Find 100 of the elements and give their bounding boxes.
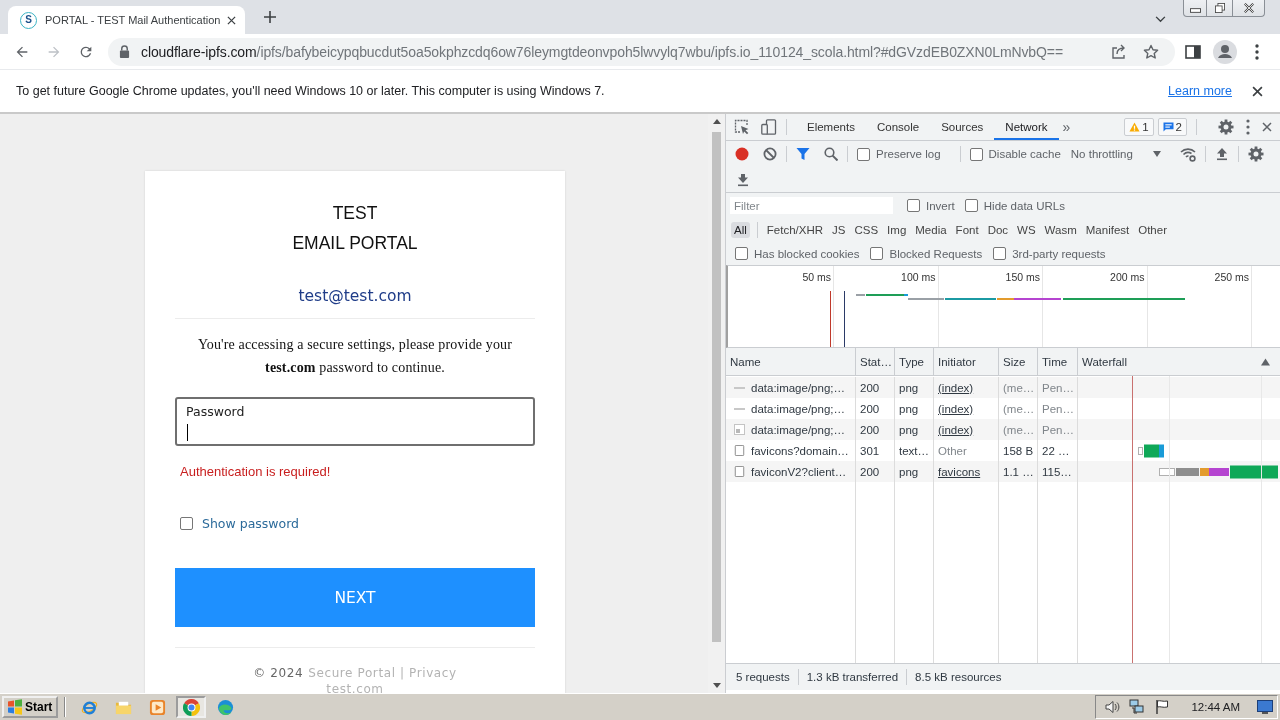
- filter-input[interactable]: Filter: [730, 197, 893, 214]
- initiator-text[interactable]: (index): [938, 423, 974, 436]
- inspect-icon[interactable]: [734, 119, 750, 135]
- type-filter-button[interactable]: Fetch/XHR: [763, 222, 827, 238]
- table-row[interactable]: faviconV2?client… 200 png favicons 1.1 … 115…: [726, 461, 1280, 482]
- checkbox-label[interactable]: Disable cache: [988, 148, 1061, 160]
- flag-icon[interactable]: [1154, 699, 1171, 715]
- type-filter-button[interactable]: CSS: [851, 222, 882, 238]
- type-filter-button[interactable]: Media: [912, 222, 950, 238]
- scrollbar[interactable]: [708, 114, 725, 693]
- checkbox[interactable]: [735, 247, 748, 260]
- upload-icon[interactable]: [1214, 147, 1229, 161]
- download-icon[interactable]: [736, 172, 750, 187]
- request-name[interactable]: faviconV2?client…: [751, 465, 847, 478]
- panel-tab[interactable]: Sources: [930, 114, 995, 140]
- share-icon[interactable]: [1111, 43, 1127, 60]
- type-filter-button[interactable]: All: [731, 222, 750, 238]
- type-filter-button[interactable]: Manifest: [1082, 222, 1133, 238]
- type-filter-button[interactable]: WS: [1014, 222, 1039, 238]
- settings-icon[interactable]: [1247, 146, 1264, 162]
- checkbox-label[interactable]: Hide data URLs: [983, 199, 1065, 212]
- throttling-dropdown[interactable]: No throttling: [1070, 148, 1161, 160]
- record-icon[interactable]: [735, 147, 749, 161]
- show-desktop-icon[interactable]: [1257, 700, 1273, 714]
- lock-icon[interactable]: [119, 45, 130, 58]
- scrollbar-thumb[interactable]: [712, 132, 721, 642]
- browser-tab[interactable]: S PORTAL - TEST Mail Authentication: [8, 6, 245, 34]
- close-icon[interactable]: [1252, 85, 1263, 97]
- type-filter-button[interactable]: Other: [1135, 222, 1170, 238]
- restore-button[interactable]: [1207, 0, 1233, 17]
- checkbox[interactable]: [907, 199, 920, 212]
- checkbox-label[interactable]: Preserve log: [876, 148, 941, 160]
- chevron-down-icon[interactable]: [1155, 15, 1166, 23]
- minimize-button[interactable]: [1183, 0, 1207, 17]
- request-name[interactable]: data:image/png;…: [751, 381, 845, 394]
- type-filter-button[interactable]: Doc: [984, 222, 1012, 238]
- panel-tab[interactable]: Console: [865, 114, 931, 140]
- close-icon[interactable]: [1262, 122, 1272, 132]
- scroll-up-icon[interactable]: [712, 119, 721, 124]
- column-header[interactable]: Waterfall: [1078, 348, 1280, 375]
- type-filter-button[interactable]: Img: [884, 222, 910, 238]
- request-name[interactable]: favicons?domain…: [751, 444, 849, 457]
- show-password-label[interactable]: Show password: [202, 515, 300, 531]
- initiator-text[interactable]: favicons: [938, 465, 981, 478]
- checkbox[interactable]: [964, 199, 978, 212]
- checkbox-label[interactable]: Has blocked cookies: [754, 247, 860, 260]
- filter-icon[interactable]: [796, 147, 810, 161]
- warnings-button[interactable]: 1: [1124, 118, 1154, 136]
- menu-icon[interactable]: [1255, 43, 1259, 60]
- messages-button[interactable]: 2: [1157, 118, 1187, 136]
- table-row[interactable]: data:image/png;… 200 png (index) (me… Pen…: [726, 377, 1280, 398]
- timeline-overview[interactable]: 50 ms 100 ms 150 ms 200 ms 250 ms: [726, 265, 1280, 348]
- side-panel-icon[interactable]: [1185, 43, 1201, 60]
- column-header[interactable]: Stat…: [856, 348, 895, 375]
- wifi-settings-icon[interactable]: [1179, 146, 1196, 162]
- clock-text[interactable]: 12:44 AM: [1191, 701, 1240, 713]
- request-name[interactable]: data:image/png;…: [751, 402, 845, 415]
- column-header[interactable]: Name: [726, 348, 856, 375]
- column-header[interactable]: Time: [1038, 348, 1078, 375]
- checkbox-label[interactable]: Blocked Requests: [889, 247, 983, 260]
- checkbox[interactable]: [993, 247, 1007, 260]
- sort-up-icon: [1261, 357, 1270, 366]
- speaker-icon[interactable]: [1104, 699, 1121, 715]
- type-filter-button[interactable]: Font: [952, 222, 982, 238]
- show-password-checkbox[interactable]: [180, 516, 193, 530]
- table-row[interactable]: data:image/png;… 200 png (index) (me… Pen…: [726, 419, 1280, 440]
- profile-avatar[interactable]: [1213, 39, 1237, 64]
- network-icon[interactable]: [1129, 699, 1146, 715]
- type-filter-button[interactable]: Wasm: [1041, 222, 1080, 238]
- status-code: 200: [860, 402, 880, 415]
- column-header[interactable]: Size: [999, 348, 1038, 375]
- address-bar[interactable]: cloudflare-ipfs.com/ipfs/bafybeicypqbucdut5oa5okphzcdq6ow76leymgtdeonvpoh5lwvylq7wbu/ipfs.io_110124_scola.html?#dGVzdEB0ZXN0LmNvbQ==: [108, 37, 1175, 66]
- request-name[interactable]: data:image/png;…: [751, 423, 845, 436]
- type-filter-button[interactable]: JS: [829, 222, 849, 238]
- star-icon[interactable]: [1143, 43, 1159, 60]
- more-options-icon[interactable]: [1246, 119, 1250, 135]
- initiator-text[interactable]: (index): [938, 381, 974, 394]
- plus-icon[interactable]: [264, 11, 276, 23]
- close-window-button[interactable]: [1233, 0, 1265, 17]
- scroll-down-icon[interactable]: [712, 683, 721, 688]
- text-cursor: [187, 424, 188, 441]
- checkbox[interactable]: [969, 147, 983, 161]
- checkbox[interactable]: [857, 147, 870, 161]
- start-button[interactable]: Start: [2, 696, 59, 718]
- settings-icon[interactable]: [1218, 119, 1234, 135]
- panel-tab[interactable]: Elements: [796, 114, 866, 140]
- column-header[interactable]: Initiator: [934, 348, 999, 375]
- checkbox-label[interactable]: Invert: [926, 199, 955, 212]
- password-field[interactable]: Password: [175, 397, 535, 446]
- close-icon[interactable]: [227, 15, 236, 25]
- taskbar-app-button[interactable]: [176, 696, 207, 718]
- checkbox[interactable]: [870, 247, 884, 260]
- column-header[interactable]: Type: [895, 348, 934, 375]
- initiator-text[interactable]: (index): [938, 402, 974, 415]
- device-icon[interactable]: [761, 119, 777, 135]
- more-tabs-button[interactable]: »: [1062, 119, 1071, 135]
- search-icon[interactable]: [824, 147, 838, 161]
- checkbox-label[interactable]: 3rd-party requests: [1012, 247, 1106, 260]
- learn-more-link[interactable]: Learn more: [1168, 84, 1232, 98]
- clear-icon[interactable]: [763, 147, 777, 161]
